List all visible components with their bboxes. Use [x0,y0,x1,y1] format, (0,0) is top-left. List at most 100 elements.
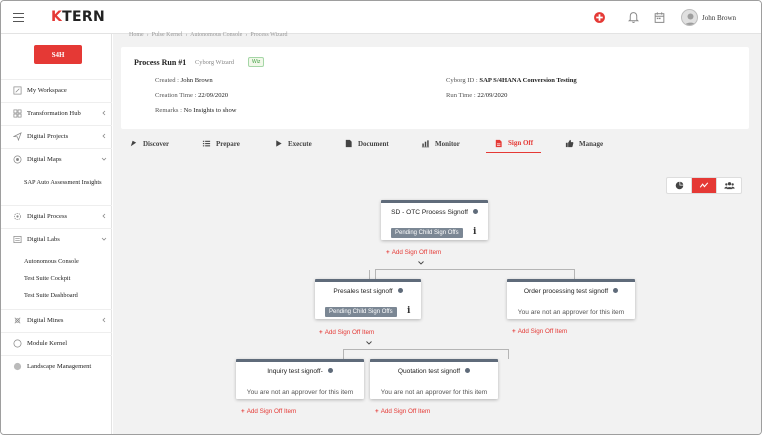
pie-view-button[interactable] [667,178,692,193]
node-title: SD - OTC Process Signoff [381,209,488,216]
add-circle-icon[interactable] [593,11,606,24]
process-title: Process Run #1 [134,58,187,67]
process-tabs: Discover Prepare Execute Document Monito… [113,134,761,154]
signoff-node-order-processing[interactable]: Order processing test signoff You are no… [507,279,635,319]
chevron-left-icon[interactable] [101,317,107,323]
user-icon [684,13,697,25]
cyborg-id-label: Cyborg ID : [446,77,478,84]
sidebar-item-module-kernel[interactable]: Module Kernel [1,332,112,354]
connector-line [375,269,376,279]
sidebar-item-label: Transformation Hub [27,110,81,117]
remarks-field: Remarks : No Insights to show [155,107,237,114]
chevron-down-icon[interactable] [366,341,372,345]
main-content: Home › Pulse Kernel › Autonomous Console… [113,32,761,434]
sidebar-item-digital-projects[interactable]: Digital Projects [1,125,112,147]
user-name[interactable]: John Brown [702,14,736,22]
sidebar-item-landscape-management[interactable]: Landscape Management [1,355,112,377]
sidebar-subitem-test-suite-cockpit[interactable]: Test Suite Cockpit [24,275,109,284]
breadcrumb-item[interactable]: Home [129,32,144,38]
not-approver-note: You are not an approver for this item [380,389,488,396]
tab-document[interactable]: Document [344,134,389,153]
breadcrumb-item: Process Wizard [250,32,288,38]
add-signoff-item-link[interactable]: + Add Sign Off Item [319,329,374,336]
created-value: John Brown [180,77,213,84]
process-info-card: Process Run #1 Cyborg Wizard Wiz Created… [121,47,749,129]
tab-prepare[interactable]: Prepare [202,134,240,153]
sidebar-item-label: Digital Projects [27,133,69,140]
chevron-down-icon[interactable] [101,236,107,242]
app-window: KTERN John Brown S4H My Workspace Transf… [0,0,762,435]
sidebar-subitem-autonomous-console[interactable]: Autonomous Console [24,258,109,267]
tab-label: Document [358,139,389,148]
signoff-node-inquiry[interactable]: Inquiry test signoff- You are not an app… [236,359,364,399]
sidebar-item-label: Landscape Management [27,363,92,370]
run-time-value: 22/09/2020 [477,92,508,99]
not-approver-note: You are not an approver for this item [517,309,625,316]
send-icon [13,132,22,141]
sidebar-item-my-workspace[interactable]: My Workspace [1,79,112,101]
sidebar-subitem-sap-auto-assessment[interactable]: SAP Auto Assessment Insights [24,179,109,188]
tab-monitor[interactable]: Monitor [421,134,460,153]
signoff-icon [495,139,502,147]
signoff-node-quotation[interactable]: Quotation test signoff You are not an ap… [370,359,498,399]
tab-execute[interactable]: Execute [274,134,312,153]
users-icon [723,182,735,190]
sidebar-item-transformation-hub[interactable]: Transformation Hub [1,102,112,124]
ktern-logo[interactable]: KTERN [51,9,105,25]
chevron-left-icon[interactable] [101,213,107,219]
add-signoff-item-link[interactable]: + Add Sign Off Item [512,328,567,335]
tab-label: Discover [143,139,170,148]
sidebar-subitem-test-suite-dashboard[interactable]: Test Suite Dashboard [24,292,109,301]
connector-line [375,269,575,270]
sidebar-item-digital-mines[interactable]: Digital Mines [1,309,112,331]
breadcrumb-item[interactable]: Pulse Kernel [152,32,183,38]
pending-child-signoffs-badge: Pending Child Sign Offs [391,228,463,238]
tab-manage[interactable]: Manage [565,134,603,153]
tab-discover[interactable]: Discover [129,134,169,153]
sidebar-item-digital-process[interactable]: Digital Process [1,205,112,227]
add-signoff-item-link[interactable]: + Add Sign Off Item [375,408,430,415]
chevron-down-icon[interactable] [418,261,424,265]
thumbs-up-icon [565,139,574,148]
sidebar-item-digital-labs[interactable]: Digital Labs [1,228,112,250]
users-view-button[interactable] [717,178,741,193]
remarks-value: No Insights to show [183,107,237,114]
remarks-label: Remarks : [155,107,182,114]
info-icon[interactable]: i [407,306,410,316]
node-title: Inquiry test signoff- [236,368,364,375]
chevron-down-icon[interactable] [101,156,107,162]
calendar-icon[interactable] [653,11,666,24]
tab-label: Manage [579,139,604,148]
s4h-button[interactable]: S4H [34,45,82,64]
sidebar-item-digital-maps[interactable]: Digital Maps [1,148,112,170]
signoff-node-presales[interactable]: Presales test signoff Pending Child Sign… [315,279,421,319]
add-signoff-item-link[interactable]: + Add Sign Off Item [241,408,296,415]
chevron-left-icon[interactable] [101,110,107,116]
bell-icon[interactable] [627,11,640,24]
info-icon[interactable]: i [473,227,476,237]
top-header: KTERN John Brown [1,1,761,34]
chevron-left-icon[interactable] [101,133,107,139]
chart-icon [421,140,430,148]
status-dot-icon [397,288,403,293]
status-dot-icon [327,368,333,373]
avatar[interactable] [681,9,698,26]
signoff-node-root[interactable]: SD - OTC Process Signoff Pending Child S… [381,200,488,240]
tab-sign-off[interactable]: Sign Off [486,134,542,153]
breadcrumb-item[interactable]: Autonomous Console [190,32,242,38]
connector-line [574,269,575,279]
grid-icon [13,109,22,118]
document-icon [345,139,352,148]
node-title: Order processing test signoff [507,288,635,295]
menu-icon[interactable] [13,13,24,22]
tree-view-button[interactable] [692,178,717,193]
node-title: Presales test signoff [315,288,421,295]
compass-icon [130,140,137,147]
map-icon [13,155,22,164]
creation-time-value: 22/09/2020 [198,92,229,99]
connector-line [343,349,344,359]
tab-label: Monitor [435,139,460,148]
view-toggle [666,177,742,194]
add-signoff-item-link[interactable]: + Add Sign Off Item [386,249,441,256]
created-label: Created : [155,77,179,84]
